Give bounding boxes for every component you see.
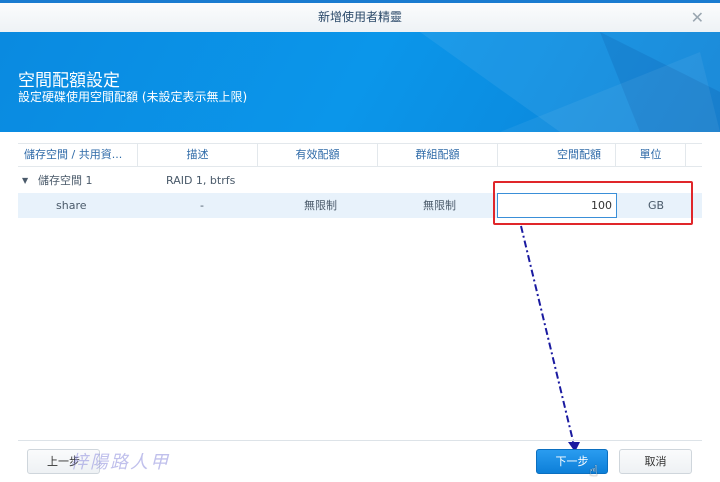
cancel-button[interactable]: 取消 [619, 449, 692, 474]
watermark: 梓陽路人甲 [70, 452, 170, 473]
footer-divider [18, 440, 702, 441]
annotation-arrow [520, 225, 580, 452]
hand-cursor-icon: ☝ [589, 462, 599, 480]
